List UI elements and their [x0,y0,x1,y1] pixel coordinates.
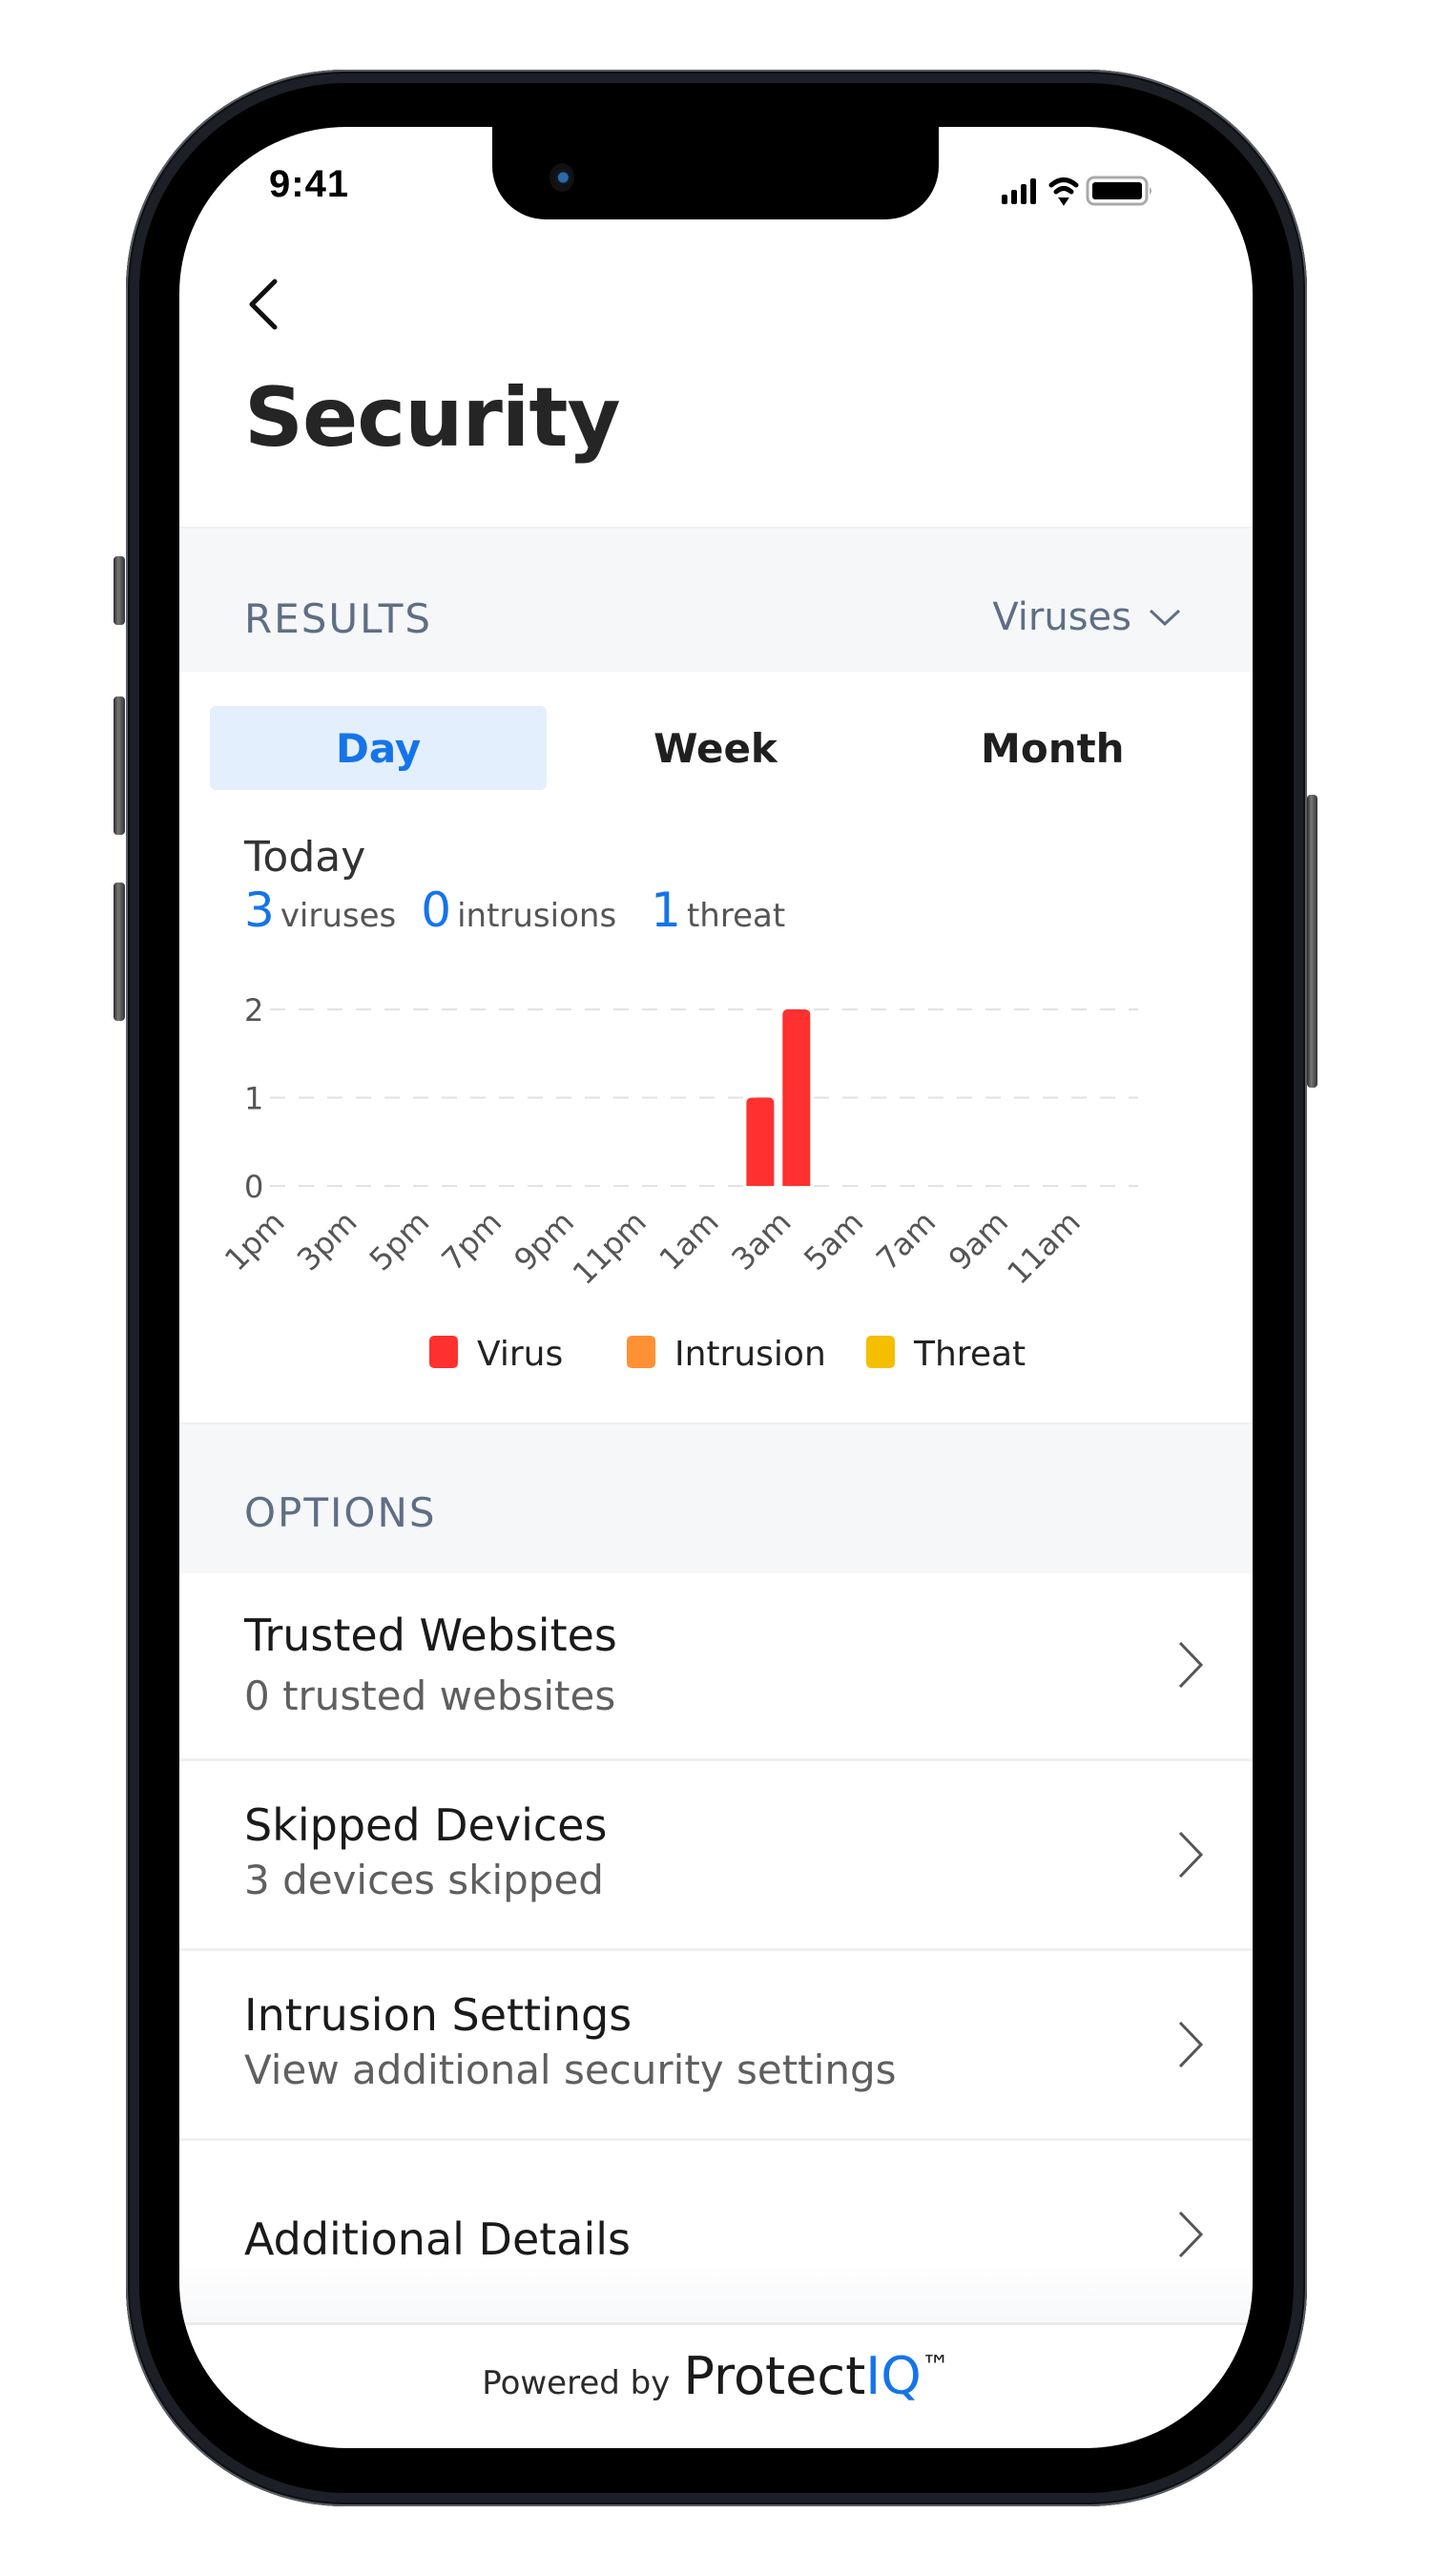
period-label: Today [244,833,366,882]
summary-viruses-count: 3 [244,883,275,938]
summary-viruses-label: viruses [280,897,397,935]
results-section-header: RESULTS Viruses [179,527,1253,672]
option-trusted-websites[interactable]: Trusted Websites 0 trusted websites [179,1571,1253,1761]
tab-month[interactable]: Month [884,706,1221,790]
chart-bars [746,1009,811,1186]
chevron-right-icon [1178,2021,1204,2068]
option-title: Skipped Devices [244,1799,608,1851]
summary-intrusions-count: 0 [421,883,452,938]
options-label: OPTIONS [244,1489,437,1536]
page-title: Security [244,370,621,466]
power-button [1307,795,1317,1088]
y-tick-label: 1 [244,1081,263,1117]
x-tick-label: 3am [724,1204,798,1278]
legend-label-threat: Threat [913,1335,1026,1374]
y-tick-label: 0 [244,1169,263,1205]
results-filter-dropdown[interactable]: Viruses [992,595,1181,639]
options-list: Trusted Websites 0 trusted websites Skip… [179,1571,1253,2328]
legend-swatch-virus [429,1336,458,1368]
x-tick-label: 11am [1000,1204,1088,1292]
option-title: Intrusion Settings [244,1989,633,2041]
period-tabs: Day Week Month [210,706,1221,790]
summary-threats: 1 threat [641,883,785,938]
option-title: Trusted Websites [244,1610,617,1661]
tab-day[interactable]: Day [210,706,548,790]
powered-by-label: Powered by [482,2364,671,2402]
back-button[interactable] [246,278,294,335]
summary-intrusions-label: intrusions [457,897,617,935]
x-tick-label: 7am [869,1204,943,1278]
summary-intrusions: 0 intrusions [421,883,616,938]
chevron-right-icon [1178,2211,1204,2258]
phone-screen: 9:41 Security RESULTS Viruses Day Week M… [179,127,1253,2448]
summary-viruses: 3 viruses [244,883,396,938]
signal-icon [1002,178,1036,204]
trademark: ™ [921,2350,950,2383]
legend-swatch-threat [866,1336,895,1368]
x-tick-label: 7pm [435,1204,509,1278]
results-filter-value: Viruses [992,595,1131,639]
summary-threats-count: 1 [651,883,681,938]
x-tick-label: 1am [653,1204,726,1278]
x-tick-label: 3pm [290,1204,364,1278]
x-tick-label: 5am [797,1204,870,1278]
options-section-header: OPTIONS [179,1423,1253,1573]
camera-icon [550,163,574,192]
silent-switch [114,556,125,625]
option-title: Additional Details [244,2213,632,2265]
option-subtitle: View additional security settings [244,2046,897,2093]
chevron-left-icon [249,279,278,330]
volume-up-button [114,696,125,835]
status-time: 9:41 [269,163,350,205]
chevron-down-icon [1149,609,1181,627]
option-intrusion-settings[interactable]: Intrusion Settings View additional secur… [179,1951,1253,2141]
powered-by: Powered by ProtectIQ™ [482,2346,949,2406]
chart-y-ticks: 0 1 2 [244,992,263,1205]
option-subtitle: 0 trusted websites [244,1672,616,1719]
legend-label-intrusion: Intrusion [674,1335,826,1374]
y-tick-label: 2 [244,992,263,1028]
legend-item-threat: Threat [866,1335,1026,1374]
chevron-right-icon [1178,1641,1204,1689]
brand-accent: IQ [865,2346,922,2406]
x-tick-label: 1pm [218,1204,292,1278]
x-tick-label: 11pm [566,1204,653,1292]
option-subtitle: 3 devices skipped [244,1857,604,1903]
chevron-right-icon [1178,1831,1204,1879]
wifi-icon [1048,177,1079,206]
status-icons [1002,175,1192,206]
legend-label-virus: Virus [477,1335,563,1374]
results-bar-chart: 012 1pm3pm5pm7pm9pm11pm1am3am5am7am9am11… [218,992,1138,1374]
option-skipped-devices[interactable]: Skipped Devices 3 devices skipped [179,1761,1253,1951]
chart-legend: Virus Intrusion Threat [429,1335,1026,1374]
battery-icon [1086,176,1151,206]
bar-virus-4am [782,1009,811,1186]
footer: Powered by ProtectIQ™ [179,2322,1253,2448]
chart-gridlines [270,1008,1138,1187]
results-summary: 3 viruses 0 intrusions 1 threat [244,883,810,938]
notch [492,127,939,219]
brand-main: Protect [683,2346,866,2406]
tab-week[interactable]: Week [547,706,883,790]
x-tick-label: 5pm [363,1204,437,1278]
chart-x-ticks: 1pm3pm5pm7pm9pm11pm1am3am5am7am9am11am [218,1204,1088,1292]
summary-threats-label: threat [686,897,786,935]
legend-item-virus: Virus [429,1335,563,1374]
results-label: RESULTS [244,595,433,642]
legend-swatch-intrusion [627,1336,655,1368]
brand-logo: ProtectIQ™ [683,2346,949,2406]
volume-down-button [114,883,125,1021]
bar-virus-3am [746,1097,775,1186]
legend-item-intrusion: Intrusion [627,1335,826,1374]
list-fade [179,2264,1253,2321]
